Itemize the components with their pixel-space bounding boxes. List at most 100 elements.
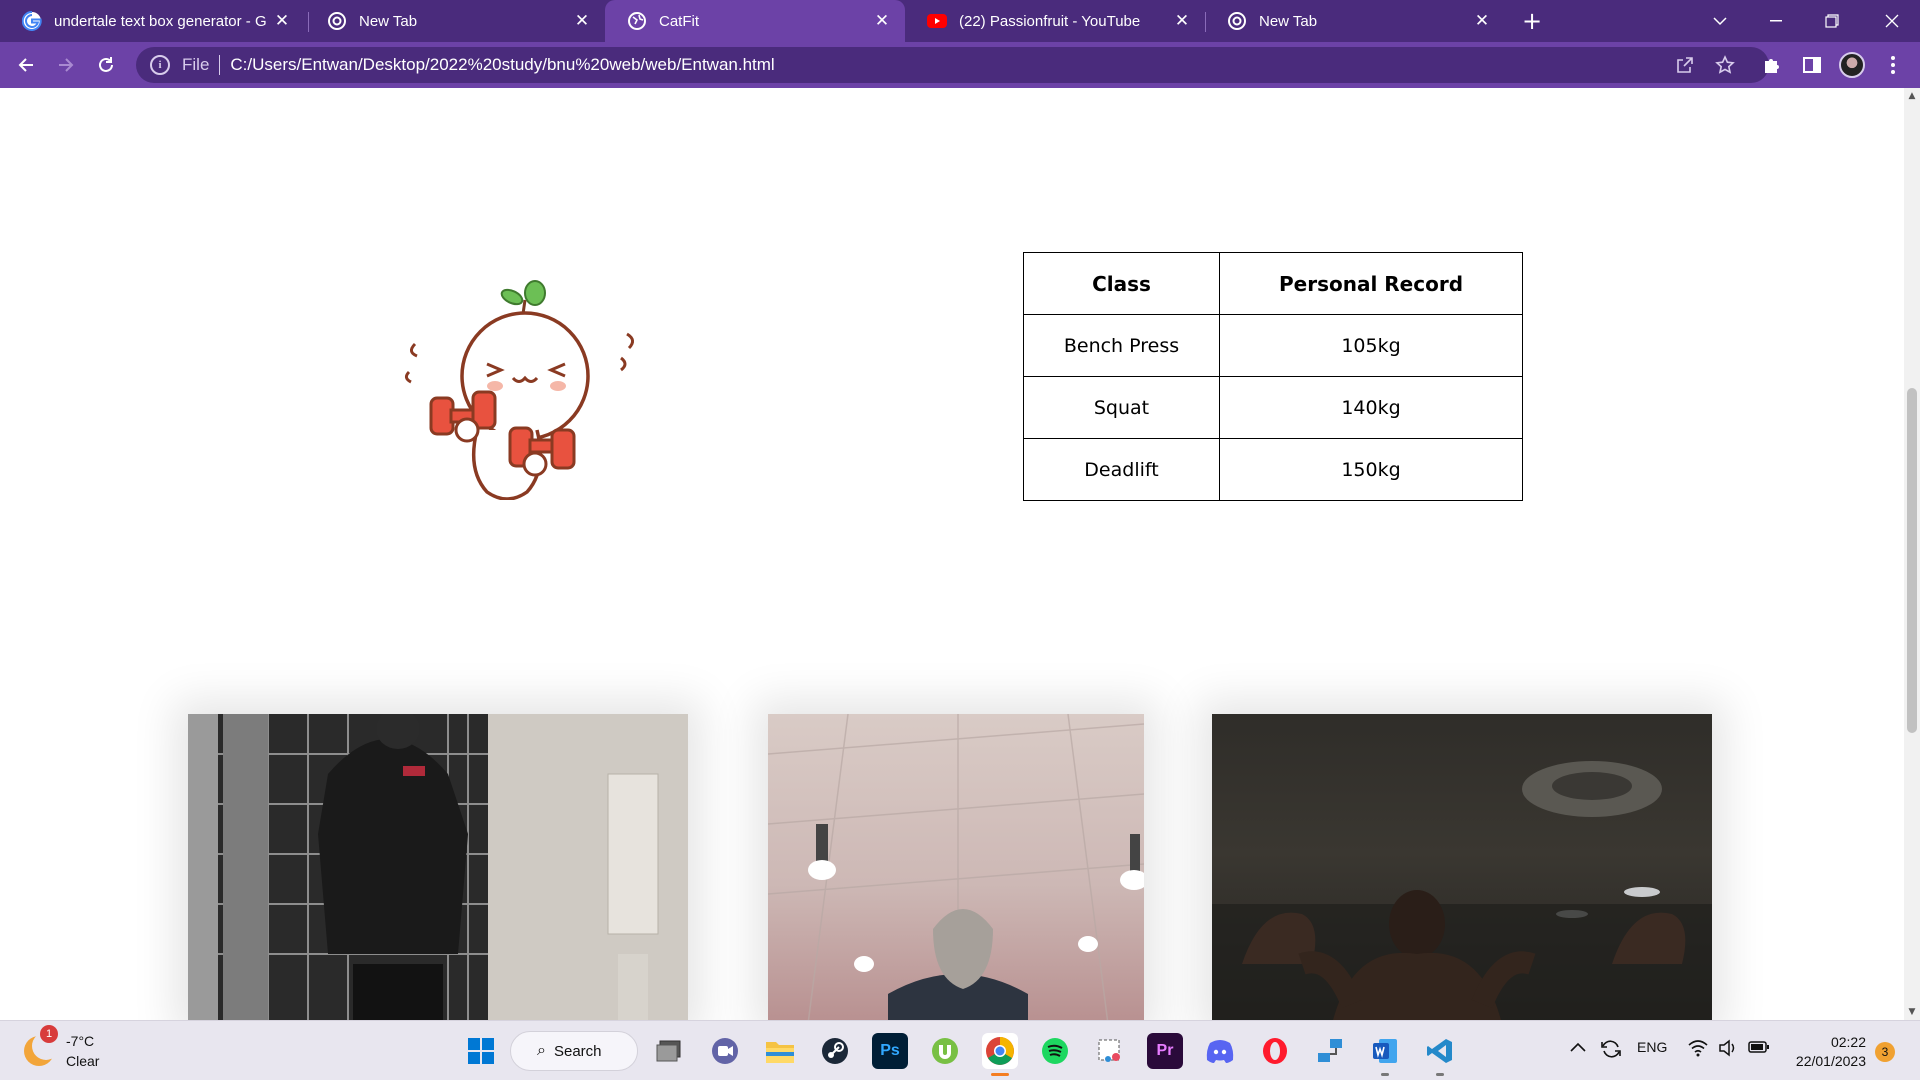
discord-icon[interactable] [1202, 1033, 1238, 1069]
weather-temp: -7°C [66, 1033, 95, 1049]
more-menu-icon[interactable] [1880, 52, 1906, 78]
taskbar: 1 -7°C Clear ⌕ Search Ps Pr ENG 02:22 22… [0, 1020, 1920, 1080]
spotify-icon[interactable] [1037, 1033, 1073, 1069]
notification-badge[interactable]: 3 [1875, 1042, 1895, 1062]
scroll-up-arrow-icon[interactable]: ▲ [1904, 88, 1920, 104]
tray-overflow-chevron-icon[interactable] [1570, 1039, 1586, 1055]
table-row: Squat 140kg [1023, 376, 1523, 439]
table-header-row: Class Personal Record [1023, 252, 1523, 315]
photo-content [1212, 761, 1712, 1020]
side-panel-icon[interactable] [1799, 52, 1825, 78]
tab-title: CatFit [659, 12, 700, 30]
tab-title: New Tab [359, 12, 418, 30]
gym-flex-photo [1212, 714, 1712, 1020]
google-icon [22, 11, 42, 31]
close-icon[interactable]: ✕ [867, 11, 897, 31]
bookmark-star-icon[interactable] [1713, 53, 1737, 77]
close-icon[interactable]: ✕ [267, 11, 297, 31]
network-tool-icon[interactable] [1312, 1033, 1348, 1069]
table-cell: Squat [1023, 376, 1220, 439]
tab-strip: undertale text box generator - Go ✕ New … [0, 0, 1920, 42]
cat-lifting-dumbbells-illustration [404, 280, 634, 500]
tab-title: New Tab [1259, 12, 1318, 30]
weather-text: -7°C Clear [66, 1031, 99, 1071]
close-icon[interactable]: ✕ [1167, 11, 1197, 31]
utorrent-icon[interactable] [927, 1033, 963, 1069]
minimize-button[interactable] [1748, 0, 1804, 42]
url-text[interactable]: C:/Users/Entwan/Desktop/2022%20study/bnu… [230, 55, 774, 75]
restore-button[interactable] [1804, 0, 1860, 42]
scroll-down-arrow-icon[interactable]: ▼ [1904, 1004, 1920, 1020]
search-icon: ⌕ [537, 1042, 546, 1059]
table-cell: Bench Press [1023, 314, 1220, 377]
info-icon[interactable]: i [150, 55, 170, 75]
scroll-thumb[interactable] [1907, 388, 1917, 733]
avatar [1839, 52, 1865, 78]
forward-button[interactable] [48, 47, 84, 83]
new-tab-button[interactable]: + [1517, 0, 1547, 42]
chrome-icon [1227, 11, 1247, 31]
taskbar-search[interactable]: ⌕ Search [510, 1031, 638, 1071]
extensions-puzzle-icon[interactable] [1759, 52, 1785, 78]
photo-content [188, 714, 659, 1020]
chrome-app-icon[interactable] [982, 1033, 1018, 1069]
battery-icon[interactable] [1748, 1039, 1770, 1058]
opera-icon[interactable] [1257, 1033, 1293, 1069]
profile-avatar[interactable] [1839, 52, 1865, 78]
personal-record-table: Class Personal Record Bench Press 105kg … [1023, 252, 1523, 501]
reload-button[interactable] [88, 47, 124, 83]
weather-condition: Clear [66, 1053, 100, 1069]
photoshop-icon[interactable]: Ps [872, 1033, 908, 1069]
tab-new-tab-2[interactable]: New Tab ✕ [1205, 0, 1505, 42]
chrome-icon [327, 11, 347, 31]
tab-new-tab-1[interactable]: New Tab ✕ [305, 0, 605, 42]
word-icon[interactable] [1367, 1033, 1403, 1069]
close-window-button[interactable] [1864, 0, 1920, 42]
tab-search-chevron-icon[interactable] [1692, 0, 1748, 42]
column-header-record: Personal Record [1219, 252, 1523, 315]
page-viewport: Class Personal Record Bench Press 105kg … [0, 88, 1904, 1020]
column-header-class: Class [1023, 252, 1220, 315]
task-view-icon[interactable] [652, 1033, 688, 1069]
sync-icon[interactable] [1600, 1039, 1622, 1062]
clock-time: 02:22 [1830, 1034, 1866, 1050]
tab-youtube[interactable]: (22) Passionfruit - YouTube ✕ [905, 0, 1205, 42]
vscode-running-indicator [1436, 1073, 1444, 1076]
search-label: Search [553, 1042, 602, 1060]
teams-chat-icon[interactable] [707, 1033, 743, 1069]
close-icon[interactable]: ✕ [567, 11, 597, 31]
steam-icon[interactable] [817, 1033, 853, 1069]
globe-icon [627, 11, 647, 31]
gym-ceiling-photo [768, 714, 1144, 1020]
tab-catfit[interactable]: CatFit ✕ [605, 0, 905, 42]
chrome-running-indicator [991, 1073, 1009, 1076]
share-icon[interactable] [1673, 53, 1697, 77]
browser-toolbar: i File C:/Users/Entwan/Desktop/2022%20st… [0, 42, 1920, 88]
table-cell: Deadlift [1023, 438, 1220, 501]
photo-content [768, 714, 1144, 1020]
premiere-pro-icon[interactable]: Pr [1147, 1033, 1183, 1069]
vscode-icon[interactable] [1422, 1033, 1458, 1069]
snipping-tool-icon[interactable] [1092, 1033, 1128, 1069]
tab-undertale[interactable]: undertale text box generator - Go ✕ [0, 0, 305, 42]
file-explorer-icon[interactable] [762, 1033, 798, 1069]
omnibox-divider [219, 55, 221, 75]
youtube-icon [927, 11, 947, 31]
volume-icon[interactable] [1718, 1039, 1738, 1060]
weather-widget[interactable]: 1 -7°C Clear [24, 1025, 99, 1071]
language-indicator[interactable]: ENG [1637, 1039, 1667, 1055]
system-clock[interactable]: 02:22 22/01/2023 [1784, 1033, 1866, 1071]
weather-badge: 1 [40, 1025, 58, 1043]
table-row: Deadlift 150kg [1023, 438, 1523, 501]
back-button[interactable] [8, 47, 44, 83]
address-bar[interactable]: i File C:/Users/Entwan/Desktop/2022%20st… [136, 47, 1769, 83]
table-cell: 105kg [1219, 314, 1523, 377]
gym-mirror-selfie-photo [188, 714, 688, 1020]
clock-date: 22/01/2023 [1795, 1053, 1866, 1069]
windows-start-icon[interactable] [463, 1033, 499, 1069]
close-icon[interactable]: ✕ [1467, 11, 1497, 31]
page-scrollbar[interactable]: ▲ ▼ [1904, 88, 1920, 1020]
wifi-icon[interactable] [1688, 1039, 1708, 1060]
scheme-label: File [182, 55, 210, 74]
table-cell: 150kg [1219, 438, 1523, 501]
